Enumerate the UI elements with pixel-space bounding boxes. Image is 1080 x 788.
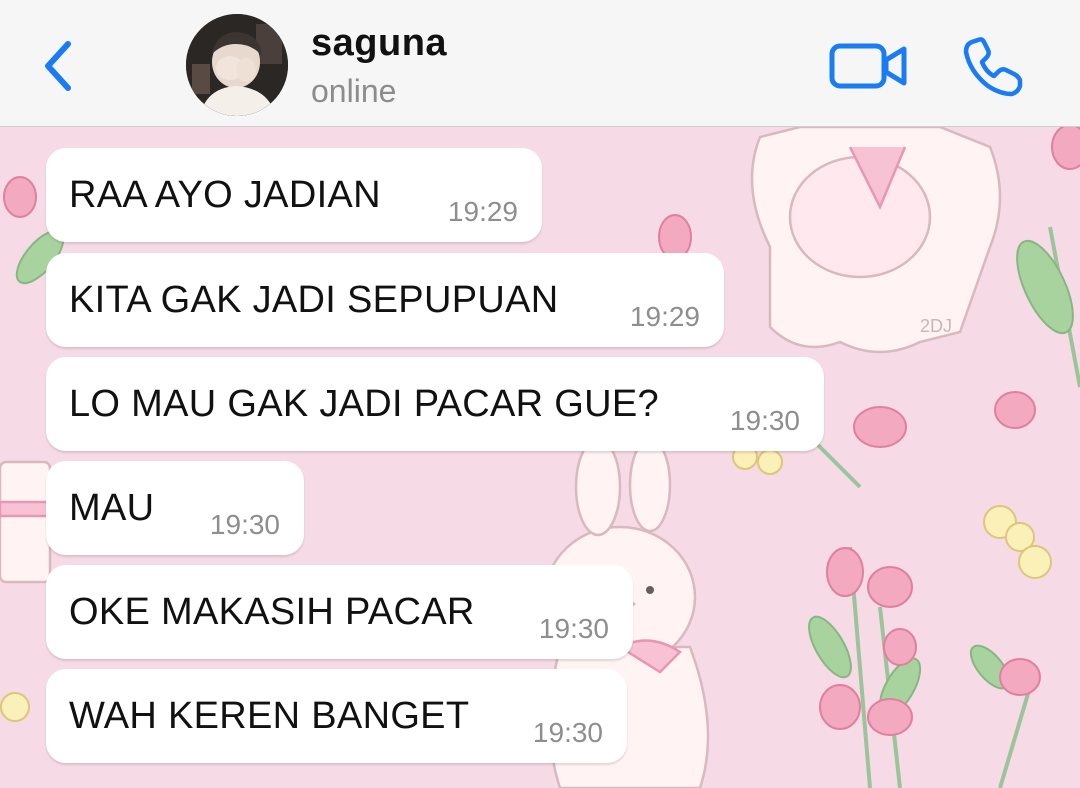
message-time: 19:29 [447, 196, 518, 227]
back-button[interactable] [38, 38, 82, 94]
message-bubble[interactable]: KITA GAK JADI SEPUPUAN 19:29 [46, 253, 724, 347]
bunny-illustration-top [750, 127, 1002, 354]
message-time: 19:29 [629, 301, 700, 332]
message-bubble[interactable]: MAU 19:30 [46, 461, 304, 555]
video-call-button[interactable] [828, 40, 910, 92]
message-text: WAH KEREN BANGET [69, 695, 470, 737]
message-time: 19:30 [729, 405, 800, 436]
contact-name[interactable]: saguna [311, 22, 447, 65]
chat-wallpaper: 2DJ RAA AYO JADIAN 19:29 KITA GAK JADI S… [0, 127, 1080, 788]
message-text: MAU [69, 487, 155, 529]
message-time: 19:30 [532, 717, 603, 748]
chat-header: saguna online [0, 0, 1080, 127]
message-text: LO MAU GAK JADI PACAR GUE? [69, 383, 659, 425]
message-bubble[interactable]: RAA AYO JADIAN 19:29 [46, 148, 542, 242]
phone-icon [963, 37, 1023, 97]
wallpaper-signature: 2DJ [920, 316, 952, 336]
message-text: RAA AYO JADIAN [69, 174, 381, 216]
message-bubble[interactable]: LO MAU GAK JADI PACAR GUE? 19:30 [46, 357, 824, 451]
chevron-left-icon [45, 41, 71, 91]
avatar-photo [186, 14, 288, 116]
message-bubble[interactable]: OKE MAKASIH PACAR 19:30 [46, 565, 633, 659]
video-camera-icon [829, 43, 907, 89]
message-text: KITA GAK JADI SEPUPUAN [69, 279, 559, 321]
message-time: 19:30 [209, 509, 280, 540]
contact-status: online [311, 73, 397, 109]
gift-box-illustration [0, 460, 52, 584]
message-bubble[interactable]: WAH KEREN BANGET 19:30 [46, 669, 627, 763]
message-time: 19:30 [538, 613, 609, 644]
message-text: OKE MAKASIH PACAR [69, 591, 475, 633]
voice-call-button[interactable] [960, 36, 1026, 98]
avatar[interactable] [186, 14, 288, 116]
